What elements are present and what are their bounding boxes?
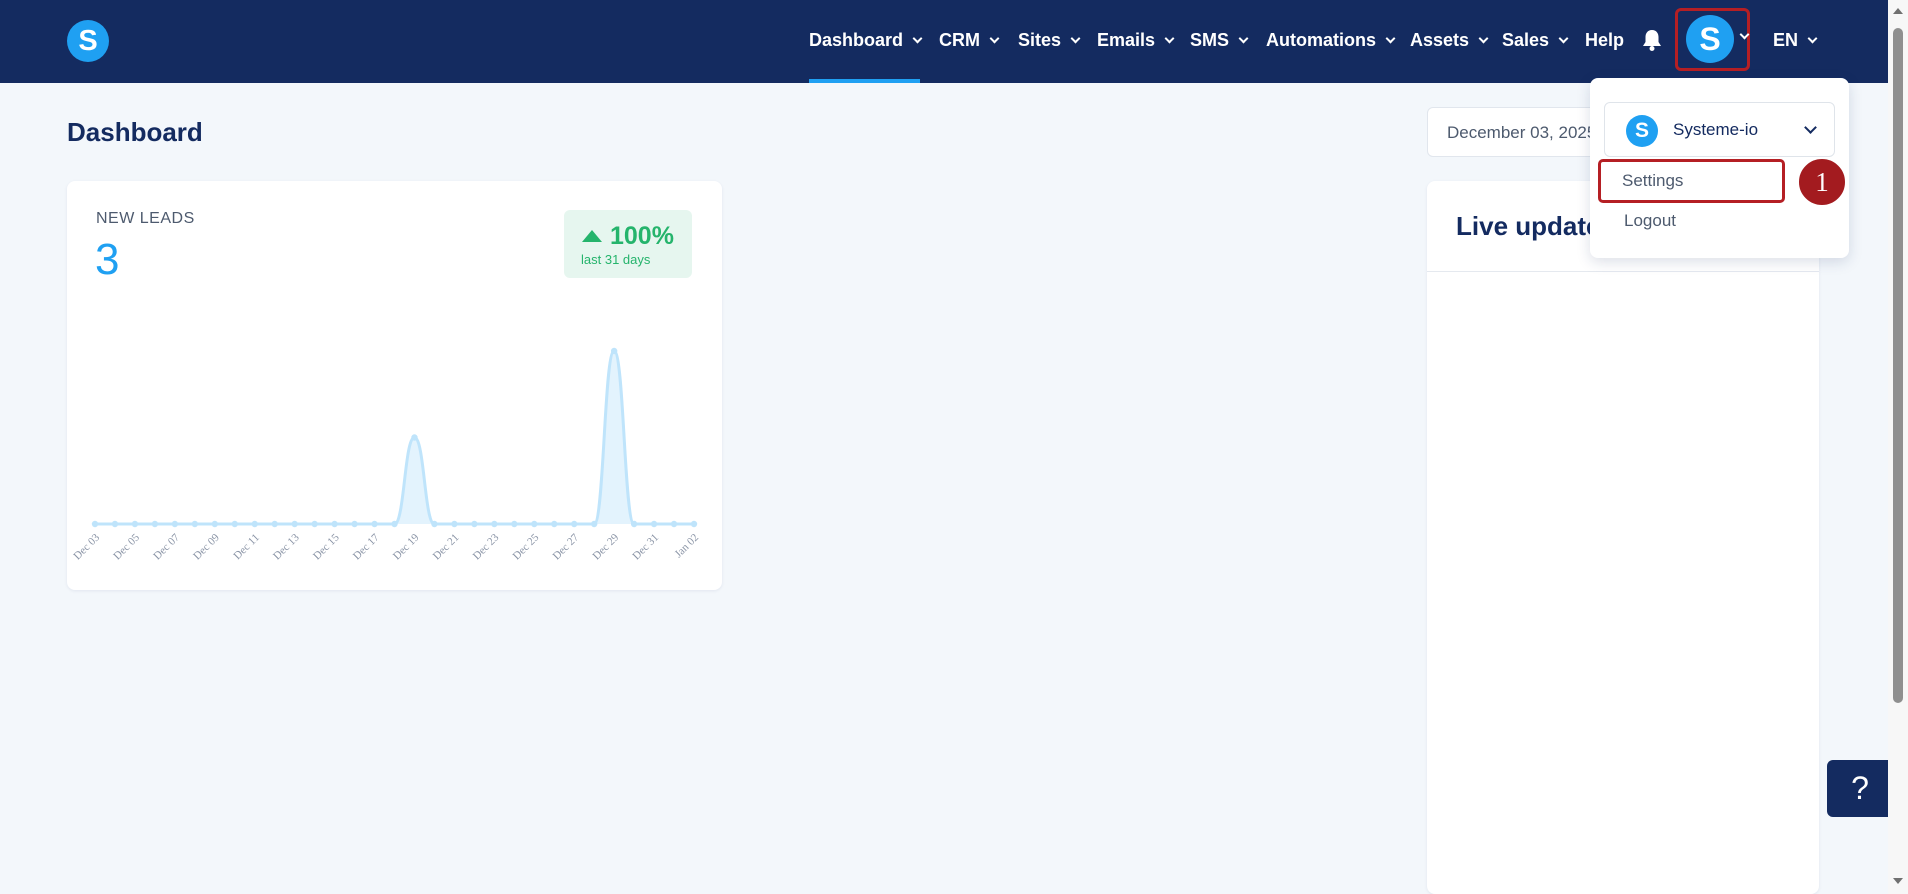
data-point-dec-18[interactable] [391, 520, 398, 528]
data-point-dec-12[interactable] [271, 520, 278, 528]
menu-item-logout[interactable]: Logout [1624, 211, 1676, 231]
data-point-dec-13[interactable] [291, 520, 298, 528]
chevron-down-icon [989, 33, 1000, 43]
data-point-dec-26[interactable] [551, 520, 558, 528]
x-tick-label: Dec 13 [271, 531, 302, 562]
chevron-down-icon [912, 33, 923, 43]
account-logo: S [1626, 115, 1658, 147]
nav-sales[interactable]: Sales [1502, 27, 1569, 53]
x-tick-label: Dec 15 [311, 531, 342, 562]
data-point-dec-20[interactable] [431, 520, 438, 528]
x-tick-label: Dec 23 [471, 531, 502, 562]
data-point-dec-11[interactable] [251, 520, 258, 528]
data-point-dec-23[interactable] [491, 520, 498, 528]
data-point-dec-29[interactable] [610, 347, 618, 355]
step-marker: 1 [1797, 157, 1847, 207]
help-button[interactable]: ? [1827, 760, 1893, 817]
x-tick-label: Dec 05 [111, 531, 142, 562]
data-point-dec-14[interactable] [311, 520, 318, 528]
x-tick-label: Dec 21 [431, 532, 462, 563]
nav-sms-label: SMS [1190, 29, 1230, 50]
chevron-down-icon [1238, 33, 1249, 43]
nav-sites[interactable]: Sites [1018, 27, 1081, 53]
data-point-dec-31[interactable] [650, 520, 658, 528]
account-switcher[interactable]: S Systeme-io [1604, 102, 1835, 157]
chevron-down-icon [1478, 33, 1489, 43]
nav-help[interactable]: Help [1585, 27, 1624, 53]
data-point-dec-19[interactable] [411, 434, 418, 441]
nav-help-label: Help [1585, 29, 1625, 50]
vertical-scrollbar[interactable] [1888, 0, 1908, 894]
nav-emails-label: Emails [1097, 29, 1156, 50]
bell-icon[interactable] [1641, 28, 1663, 52]
account-name: Systeme-io [1673, 120, 1759, 139]
data-point-dec-17[interactable] [371, 520, 378, 528]
data-point-jan-01[interactable] [670, 520, 678, 528]
x-tick-label: Dec 03 [71, 531, 102, 562]
nav-dashboard-label: Dashboard [809, 29, 904, 50]
data-point-dec-28[interactable] [590, 520, 598, 528]
nav-dashboard[interactable]: Dashboard [809, 27, 923, 53]
chevron-down-icon [1385, 33, 1396, 43]
x-tick-label: Dec 19 [391, 531, 422, 562]
menu-item-settings-label: Settings [1622, 171, 1684, 190]
nav-emails[interactable]: Emails [1097, 27, 1175, 53]
data-point-dec-22[interactable] [471, 520, 478, 528]
x-tick-label: Dec 11 [231, 532, 261, 562]
data-point-dec-10[interactable] [231, 520, 238, 528]
chevron-down-icon [1807, 33, 1818, 43]
nav-automations-label: Automations [1266, 29, 1376, 50]
nav-automations[interactable]: Automations [1266, 27, 1396, 53]
x-tick-label: Dec 17 [351, 531, 382, 562]
nav-assets-label: Assets [1410, 29, 1470, 50]
scroll-thumb[interactable] [1893, 28, 1903, 703]
data-point-dec-09[interactable] [211, 520, 218, 528]
divider [1427, 271, 1819, 272]
data-point-dec-04[interactable] [111, 520, 119, 528]
systeme-logo[interactable]: S [67, 20, 109, 62]
data-point-dec-16[interactable] [351, 520, 358, 528]
user-avatar[interactable]: S [1686, 15, 1734, 63]
x-tick-label: Dec 07 [151, 531, 182, 562]
chevron-down-icon [1558, 33, 1569, 43]
data-point-dec-24[interactable] [511, 520, 518, 528]
nav-crm-label: CRM [939, 29, 980, 50]
data-point-dec-07[interactable] [171, 520, 179, 528]
menu-item-settings[interactable]: Settings [1598, 159, 1785, 203]
live-updates-card: Live updates [1427, 181, 1819, 894]
nav-assets[interactable]: Assets [1410, 27, 1489, 53]
chevron-down-icon [1164, 33, 1175, 43]
x-tick-label: Jan 02 [673, 532, 702, 561]
x-tick-label: Dec 09 [191, 531, 222, 562]
nav-sites-label: Sites [1018, 29, 1062, 50]
data-point-dec-05[interactable] [131, 520, 139, 528]
data-point-dec-03[interactable] [91, 520, 99, 528]
new-leads-card: NEW LEADS 3 100% last 31 days Dec 03 Dec … [67, 181, 722, 590]
data-point-dec-27[interactable] [571, 520, 578, 528]
data-point-dec-25[interactable] [531, 520, 538, 528]
data-point-dec-08[interactable] [191, 520, 199, 528]
x-tick-label: Dec 31 [630, 532, 661, 563]
nav-active-indicator [809, 79, 920, 83]
data-point-dec-30[interactable] [630, 520, 638, 528]
x-tick-label: Dec 29 [591, 531, 622, 562]
nav-sales-label: Sales [1502, 29, 1550, 50]
chevron-down-icon [1804, 121, 1817, 134]
language-selector[interactable]: EN [1773, 27, 1818, 53]
nav-sms[interactable]: SMS [1190, 27, 1249, 53]
top-navbar: S Dashboard CRM Sites Emails SMS Automat… [0, 0, 1908, 83]
data-point-dec-21[interactable] [451, 520, 458, 528]
nav-crm[interactable]: CRM [939, 27, 1000, 53]
x-tick-label: Dec 27 [551, 531, 582, 562]
data-point-jan-02[interactable] [690, 520, 698, 528]
scroll-down-arrow-icon[interactable] [1893, 878, 1903, 884]
page-title: Dashboard [67, 117, 203, 147]
x-tick-label: Dec 25 [511, 531, 542, 562]
data-point-dec-15[interactable] [331, 520, 338, 528]
language-label: EN [1773, 29, 1799, 50]
new-leads-chart: Dec 03 Dec 05 Dec 07 Dec 09 Dec 11 Dec 13 Dec … [71, 347, 702, 563]
scroll-up-arrow-icon[interactable] [1893, 8, 1903, 14]
chevron-down-icon [1070, 33, 1081, 43]
data-point-dec-06[interactable] [151, 520, 159, 528]
